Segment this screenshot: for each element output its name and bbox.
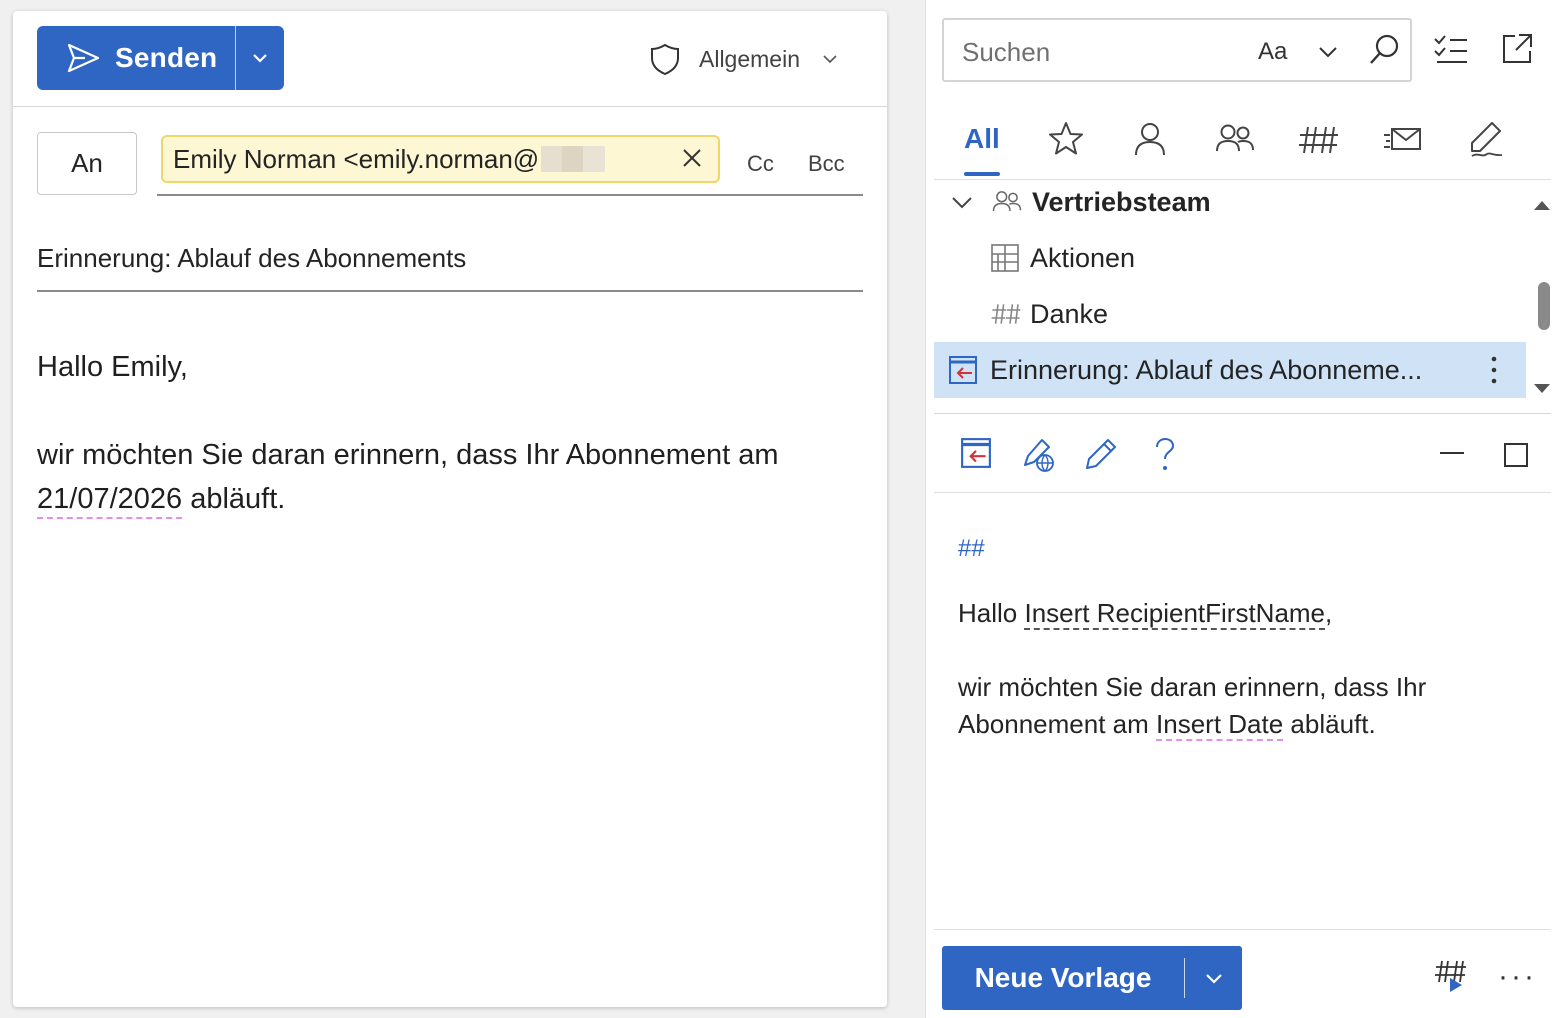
send-split-button: Senden (37, 26, 284, 90)
sensitivity-selector[interactable]: Allgemein (649, 41, 838, 77)
preview-toolbar (934, 415, 1551, 493)
cc-button[interactable]: Cc (747, 151, 774, 177)
template-tree: Vertriebsteam Aktionen Danke Erinnerung:… (934, 180, 1551, 414)
preview-spacer (958, 632, 1518, 669)
more-options-button[interactable]: ··· (1498, 960, 1537, 994)
match-case-toggle[interactable]: Aa (1258, 38, 1287, 66)
template-preview: ## Hallo Insert RecipientFirstName, wir … (958, 530, 1518, 743)
shield-icon (651, 43, 679, 76)
tree-group-label: Vertriebsteam (1032, 186, 1211, 217)
scroll-thumb[interactable] (1538, 282, 1550, 330)
search-icon[interactable] (1366, 32, 1402, 68)
pencil-icon[interactable] (1084, 437, 1118, 471)
preview-greeting-suffix: , (1325, 598, 1333, 628)
compose-pane: Senden Allgemein An Emily Norman <emily.… (13, 11, 887, 1007)
tree-template-erinnerung[interactable]: Erinnerung: Ablauf des Abonneme... (934, 342, 1526, 398)
new-template-dropdown[interactable] (1185, 967, 1242, 989)
category-tabs: All (934, 100, 1551, 180)
tab-shared-mailbox[interactable] (1382, 114, 1424, 164)
chevron-down-icon[interactable] (1316, 40, 1340, 64)
people-icon (1216, 124, 1254, 152)
compose-toolbar: Senden Allgemein (13, 11, 887, 107)
body-paragraph: wir möchten Sie daran erinnern, dass Ihr… (37, 433, 857, 521)
new-template-button[interactable]: Neue Vorlage (942, 962, 1184, 994)
body-line-1: wir möchten Sie daran erinnern, dass Ihr… (37, 439, 779, 471)
send-label: Senden (115, 42, 218, 73)
search-box[interactable]: Suchen Aa (942, 18, 1412, 82)
insert-template-icon (949, 356, 977, 384)
tab-favorites[interactable] (1046, 114, 1086, 164)
hash-icon (1299, 126, 1338, 154)
subject-underline (37, 290, 863, 292)
signature-icon (1471, 122, 1503, 157)
hashtag-run-icon[interactable] (1434, 958, 1470, 994)
tree-folder-danke[interactable]: Danke (934, 286, 1526, 342)
tab-team[interactable] (1214, 114, 1256, 164)
tree-item-label: Aktionen (1030, 242, 1136, 273)
body-date: 21/07/2026 (37, 483, 183, 519)
tree-item-label: Danke (1030, 298, 1109, 329)
footer-divider (934, 929, 1551, 930)
tree-item-label: Erinnerung: Ablauf des Abonneme... (990, 354, 1423, 385)
chevron-down-icon (253, 54, 267, 63)
preview-greeting-prefix: Hallo (958, 598, 1025, 628)
tab-all[interactable]: All (964, 114, 1000, 164)
star-icon (1049, 122, 1083, 155)
maximize-icon[interactable] (1502, 441, 1530, 469)
chevron-down-icon (1205, 974, 1222, 984)
mail-send-icon (1384, 128, 1421, 150)
body-line-2: abläuft. (182, 483, 286, 515)
recipient-text: Emily Norman <emily.norman@ (173, 143, 540, 174)
preview-line-1: wir möchten Sie daran erinnern, dass Ihr (958, 672, 1427, 702)
subject-field[interactable]: Erinnerung: Ablauf des Abonnements (37, 243, 466, 274)
chevron-down-icon (823, 55, 837, 64)
placeholder-first-name[interactable]: Insert RecipientFirstName (1024, 598, 1326, 630)
to-button[interactable]: An (37, 132, 137, 195)
redacted-domain (541, 146, 606, 172)
new-template-split-button: Neue Vorlage (942, 946, 1242, 1010)
placeholder-date[interactable]: Insert Date (1156, 709, 1284, 741)
send-icon (67, 43, 100, 73)
person-icon (1135, 123, 1165, 156)
edit-web-icon[interactable] (1020, 437, 1056, 473)
preview-line-2: Abonnement am Insert Date abläuft. (958, 706, 1518, 743)
send-button[interactable]: Senden (37, 26, 235, 90)
close-icon[interactable] (680, 146, 704, 170)
recipient-chip[interactable]: Emily Norman <emily.norman@ (161, 135, 720, 183)
tab-personal[interactable] (1130, 114, 1170, 164)
preview-line-2-suffix: abläuft. (1283, 709, 1376, 739)
scroll-up-icon[interactable] (1532, 198, 1552, 212)
tab-hashtags[interactable] (1298, 114, 1338, 164)
chevron-down-icon[interactable] (950, 190, 974, 214)
pop-out-icon[interactable] (1500, 32, 1534, 66)
body-greeting: Hallo Emily, (37, 351, 188, 383)
templates-pane: Suchen Aa All Vertriebsteam Aktionen Dan… (925, 0, 1558, 1018)
tree-scrollbar[interactable] (1532, 194, 1552, 400)
preview-greeting: Hallo Insert RecipientFirstName, (958, 595, 1518, 632)
search-input[interactable]: Suchen (962, 37, 1050, 68)
tab-signatures[interactable] (1466, 114, 1506, 164)
help-icon[interactable] (1154, 437, 1176, 473)
preview-line-2-prefix: Abonnement am (958, 709, 1157, 739)
insert-template-icon[interactable] (960, 437, 992, 469)
tree-folder-aktionen[interactable]: Aktionen (934, 230, 1526, 286)
to-field-underline (157, 194, 863, 196)
checklist-icon[interactable] (1432, 32, 1470, 66)
preview-hash-tag: ## (958, 535, 985, 562)
table-icon (991, 244, 1019, 272)
tree-group-vertriebsteam[interactable]: Vertriebsteam (934, 174, 1526, 230)
send-options-dropdown[interactable] (236, 26, 284, 90)
bcc-button[interactable]: Bcc (808, 151, 845, 177)
sensitivity-label: Allgemein (699, 45, 800, 72)
more-vertical-icon[interactable] (1486, 354, 1502, 386)
minimize-icon[interactable] (1438, 445, 1466, 461)
people-icon (992, 191, 1022, 212)
scroll-down-icon[interactable] (1532, 382, 1552, 396)
message-body[interactable]: Hallo Emily, wir möchten Sie daran erinn… (37, 345, 857, 521)
hash-icon (991, 304, 1021, 324)
